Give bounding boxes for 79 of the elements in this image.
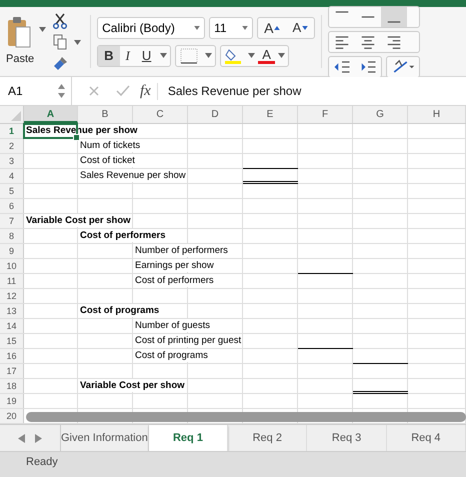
horizontal-scrollbar[interactable]	[26, 412, 466, 422]
row-header[interactable]: 3	[0, 154, 24, 168]
name-box[interactable]: A1	[0, 77, 72, 105]
scissors-icon[interactable]	[53, 13, 68, 29]
up-triangle-icon	[274, 26, 280, 30]
cell-text: Cost of programs	[135, 349, 208, 362]
caret-icon[interactable]	[194, 26, 200, 30]
column-header[interactable]: C	[133, 106, 188, 123]
status-text: Ready	[26, 456, 58, 468]
font-name-dropdown[interactable]: Calibri (Body)	[97, 16, 206, 38]
checkmark-icon[interactable]	[116, 85, 130, 97]
row-header[interactable]: 20	[0, 409, 24, 423]
cell-text: Variable Cost per show	[26, 214, 131, 227]
column-header[interactable]: E	[243, 106, 298, 123]
cell-text: Cost of printing per guest	[135, 334, 242, 347]
bold-button[interactable]: B	[98, 46, 120, 66]
vertical-align-icon[interactable]	[381, 6, 408, 26]
previous-sheet-icon[interactable]	[18, 434, 25, 442]
caret-icon[interactable]	[205, 53, 212, 58]
next-sheet-icon[interactable]	[35, 434, 42, 442]
column-header[interactable]: H	[408, 106, 466, 123]
cell-text: Sales Revenue per show	[80, 169, 186, 182]
row-header[interactable]: 11	[0, 274, 24, 288]
font-size-dropdown[interactable]: 11	[209, 16, 254, 38]
row-header[interactable]: 4	[0, 169, 24, 183]
paste-button[interactable]: Paste	[4, 13, 36, 67]
row-header[interactable]: 5	[0, 184, 24, 198]
column-header[interactable]: G	[353, 106, 408, 123]
column-header[interactable]: A	[24, 106, 78, 123]
column-header[interactable]: F	[298, 106, 353, 123]
clipboard-icon	[7, 15, 34, 49]
corner-triangle-icon	[11, 111, 21, 121]
cell-text: Earnings per show	[135, 259, 214, 272]
grow-font-button[interactable]: A	[258, 18, 286, 38]
italic-button[interactable]: I	[120, 46, 136, 66]
column-header[interactable]: B	[78, 106, 133, 123]
caret-icon[interactable]	[242, 26, 248, 30]
cell-text: Cost of ticket	[80, 154, 135, 167]
row-header[interactable]: 6	[0, 199, 24, 213]
column-header[interactable]: D	[188, 106, 243, 123]
row-header[interactable]: 1	[0, 124, 24, 138]
caret-icon[interactable]	[278, 53, 285, 58]
row-header[interactable]: 13	[0, 304, 24, 318]
underline-button[interactable]: U	[136, 46, 158, 66]
cell-text: Num of tickets	[80, 139, 140, 152]
down-triangle-icon	[302, 26, 308, 30]
font-color-button[interactable]: A	[258, 47, 275, 64]
borders-icon[interactable]	[178, 46, 200, 64]
fill-color-icon[interactable]	[223, 46, 244, 64]
copy-icon[interactable]	[53, 34, 68, 50]
caret-icon[interactable]	[74, 40, 82, 44]
row-header[interactable]: 14	[0, 319, 24, 333]
insert-function-button[interactable]: fx	[140, 82, 158, 100]
cell-text: Number of guests	[135, 319, 210, 332]
caret-icon[interactable]	[39, 27, 46, 32]
row-header[interactable]: 18	[0, 379, 24, 393]
cell-text: Cost of performers	[135, 274, 214, 287]
shrink-font-button[interactable]: A	[286, 18, 314, 38]
row-header[interactable]: 2	[0, 139, 24, 153]
row-header[interactable]: 8	[0, 229, 24, 243]
caret-icon[interactable]	[160, 53, 168, 58]
cell-text: Cost of performers	[80, 229, 166, 242]
formula-input-field[interactable]: Sales Revenue per show	[168, 84, 302, 98]
fill-handle[interactable]	[73, 134, 80, 141]
row-header[interactable]: 7	[0, 214, 24, 228]
row-header[interactable]: 19	[0, 394, 24, 408]
cell-text: Cost of programs	[80, 304, 160, 317]
caret-icon[interactable]	[248, 53, 256, 58]
cell-text: Number of performers	[135, 244, 228, 257]
row-header[interactable]: 10	[0, 259, 24, 273]
row-header[interactable]: 9	[0, 244, 24, 258]
brush-icon[interactable]	[53, 55, 70, 71]
row-header[interactable]: 17	[0, 364, 24, 378]
row-header[interactable]: 12	[0, 289, 24, 303]
sheet-tab[interactable]: Req 1	[148, 425, 228, 451]
cell-text: Variable Cost per show	[80, 379, 185, 392]
row-header[interactable]: 16	[0, 349, 24, 363]
row-header[interactable]: 15	[0, 334, 24, 348]
spinner-icon[interactable]	[58, 84, 65, 98]
